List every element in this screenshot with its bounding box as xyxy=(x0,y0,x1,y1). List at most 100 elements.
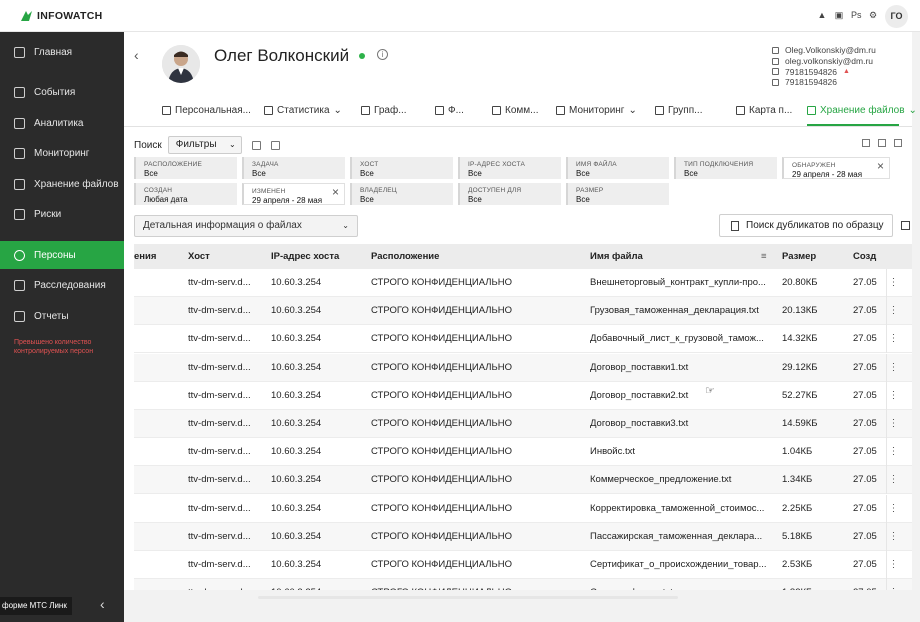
sidebar-item-events[interactable]: События xyxy=(0,78,124,106)
cell-location: СТРОГО КОНФИДЕНЦИАЛЬНО xyxy=(371,277,512,288)
table-row[interactable]: ttv-dm-serv.d... 10.60.3.254 СТРОГО КОНФИД… xyxy=(134,551,912,579)
cell-location: СТРОГО КОНФИДЕНЦИАЛЬНО xyxy=(371,418,512,429)
tab-graph[interactable]: Граф... xyxy=(361,105,407,116)
sidebar-item-risks[interactable]: Риски xyxy=(0,200,124,228)
table-row[interactable]: ttv-dm-serv.d... 10.60.3.254 СТРОГО КОНФИД… xyxy=(134,353,912,382)
table-row[interactable]: ttv-dm-serv.d... 10.60.3.254 СТРОГО КОНФИД… xyxy=(134,269,912,297)
sidebar-item-investigations[interactable]: Расследования xyxy=(0,271,124,299)
row-menu-icon[interactable]: ⋮ xyxy=(886,466,900,495)
filter-chip-owner[interactable]: Владелец Все xyxy=(350,183,453,205)
cell-host: ttv-dm-serv.d... xyxy=(188,418,251,429)
person-photo xyxy=(162,45,200,83)
table-row[interactable]: ttv-dm-serv.d... 10.60.3.254 СТРОГО КОНФИД… xyxy=(134,438,912,467)
tab-f[interactable]: Ф... xyxy=(435,105,464,116)
tab-communications[interactable]: Комм... xyxy=(492,105,538,116)
user-avatar[interactable]: ГО xyxy=(885,5,908,28)
remove-filter-icon[interactable]: × xyxy=(877,160,884,172)
contact-email-2[interactable]: oleg.volkonskiy@dm.ru xyxy=(772,56,876,67)
sidebar-item-file-storage[interactable]: Хранение файлов xyxy=(0,170,124,198)
row-menu-icon[interactable]: ⋮ xyxy=(886,579,900,590)
row-menu-icon[interactable]: ⋮ xyxy=(886,325,900,354)
filter-chip-created[interactable]: Создан Любая дата xyxy=(134,183,237,205)
filter-label: Изменен xyxy=(252,188,286,195)
tab-groups[interactable]: Групп... xyxy=(655,105,702,116)
collapse-up-icon[interactable] xyxy=(894,139,902,147)
filter-chip-file-name[interactable]: Имя файла Все xyxy=(566,157,669,179)
save-filter-icon[interactable] xyxy=(251,140,261,150)
clear-filter-icon[interactable] xyxy=(270,140,280,150)
remove-filter-icon[interactable]: × xyxy=(332,186,339,198)
table-row[interactable]: ttv-dm-serv.d... 10.60.3.254 СТРОГО КОНФИД… xyxy=(134,579,912,590)
tab-monitoring[interactable]: Мониторинг ⌄ xyxy=(556,105,637,116)
row-menu-icon[interactable]: ⋮ xyxy=(886,551,900,579)
tab-file-storage[interactable]: Хранение файлов ⌄ xyxy=(807,105,917,116)
fullscreen-icon[interactable] xyxy=(901,221,910,230)
row-menu-icon[interactable]: ⋮ xyxy=(886,522,900,551)
table-row[interactable]: ttv-dm-serv.d... 10.60.3.254 СТРОГО КОНФИД… xyxy=(134,297,912,326)
package-icon[interactable]: ▣ xyxy=(834,10,844,20)
column-header[interactable]: Созд xyxy=(853,244,876,269)
language-icon[interactable]: Ps xyxy=(851,10,862,20)
sidebar-item-persons[interactable]: Персоны xyxy=(0,241,124,269)
contact-email-1[interactable]: Oleg.Volkonskiy@dm.ru xyxy=(772,45,876,56)
column-header[interactable]: IP-адрес хоста xyxy=(271,244,339,269)
filter-chip-detected[interactable]: Обнаружен 29 апреля - 28 мая × xyxy=(782,157,890,179)
column-header[interactable]: Размер xyxy=(782,244,816,269)
column-header[interactable]: ения xyxy=(134,244,156,269)
filter-chip-connection-type[interactable]: Тип подключения Все xyxy=(674,157,777,179)
column-header[interactable]: Расположение xyxy=(371,244,439,269)
row-menu-icon[interactable]: ⋮ xyxy=(886,297,900,326)
contact-phone-1[interactable]: 79181594826 ▲ xyxy=(772,67,876,78)
filter-chip-location[interactable]: Расположение Все xyxy=(134,157,237,179)
filter-chip-modified[interactable]: Изменен 29 апреля - 28 мая × xyxy=(242,183,345,205)
collapse-sidebar-icon[interactable]: ‹ xyxy=(100,596,105,612)
filter-chip-task[interactable]: Задача Все xyxy=(242,157,345,179)
table-row[interactable]: ttv-dm-serv.d... 10.60.3.254 СТРОГО КОНФИД… xyxy=(134,410,912,438)
filter-chip-host-ip[interactable]: IP-адрес хоста Все xyxy=(458,157,561,179)
table-row[interactable]: ttv-dm-serv.d... 10.60.3.254 СТРОГО КОНФИД… xyxy=(134,325,912,354)
filter-icon[interactable] xyxy=(878,139,886,147)
row-menu-icon[interactable]: ⋮ xyxy=(886,381,900,410)
duplicate-search-button[interactable]: Поиск дубликатов по образцу xyxy=(719,214,893,237)
filters-dropdown[interactable]: Фильтры ⌄ xyxy=(167,136,242,154)
tab-map[interactable]: Карта п... xyxy=(736,105,792,116)
horizontal-scrollbar[interactable] xyxy=(258,596,678,599)
sidebar-item-analytics[interactable]: Аналитика xyxy=(0,109,124,137)
column-header[interactable]: Имя файла xyxy=(590,244,643,269)
logo[interactable]: INFOWATCH xyxy=(20,9,103,23)
info-icon[interactable]: i xyxy=(377,49,388,60)
chevron-down-icon: ⌄ xyxy=(342,221,349,230)
notification-icon[interactable]: ▲ xyxy=(817,10,827,20)
sidebar-item-monitoring[interactable]: Мониторинг xyxy=(0,139,124,167)
row-menu-icon[interactable]: ⋮ xyxy=(886,353,900,382)
settings-icon[interactable]: ⚙ xyxy=(868,10,878,20)
row-menu-icon[interactable]: ⋮ xyxy=(886,494,900,523)
filter-chip-size[interactable]: Размер Все xyxy=(566,183,669,205)
export-icon[interactable] xyxy=(862,139,870,147)
row-menu-icon[interactable]: ⋮ xyxy=(886,438,900,467)
filter-chip-host[interactable]: Хост Все xyxy=(350,157,453,179)
sidebar-item-home[interactable]: Главная xyxy=(0,38,124,66)
view-mode-select[interactable]: Детальная информация о файлах ⌄ xyxy=(134,215,358,237)
filter-label: Тип подключения xyxy=(684,161,754,168)
phone-icon xyxy=(772,79,779,87)
tab-label: Комм... xyxy=(505,105,539,116)
sort-icon[interactable]: ≡ xyxy=(761,244,767,269)
filter-label: Имя файла xyxy=(576,161,617,168)
filter-chip-available-for[interactable]: Доступен для Все xyxy=(458,183,561,205)
tab-personal[interactable]: Персональная... xyxy=(162,105,251,116)
warning-icon: ▲ xyxy=(843,67,850,75)
contact-phone-2[interactable]: 79181594826 xyxy=(772,77,876,88)
table-row[interactable]: ttv-dm-serv.d... 10.60.3.254 СТРОГО КОНФИД… xyxy=(134,494,912,523)
back-arrow-icon[interactable]: ‹ xyxy=(134,47,139,63)
table-row[interactable]: ttv-dm-serv.d... 10.60.3.254 СТРОГО КОНФИД… xyxy=(134,466,912,495)
sidebar-item-reports[interactable]: Отчеты xyxy=(0,302,124,330)
column-header[interactable]: Хост xyxy=(188,244,210,269)
table-row[interactable]: ttv-dm-serv.d... 10.60.3.254 СТРОГО КОНФИД… xyxy=(134,381,912,410)
row-menu-icon[interactable]: ⋮ xyxy=(886,269,900,297)
tab-statistics[interactable]: Статистика ⌄ xyxy=(264,105,342,116)
filter-label: IP-адрес хоста xyxy=(468,161,525,168)
row-menu-icon[interactable]: ⋮ xyxy=(886,410,900,438)
cell-ip: 10.60.3.254 xyxy=(271,474,322,486)
table-row[interactable]: ttv-dm-serv.d... 10.60.3.254 СТРОГО КОНФИД… xyxy=(134,522,912,551)
